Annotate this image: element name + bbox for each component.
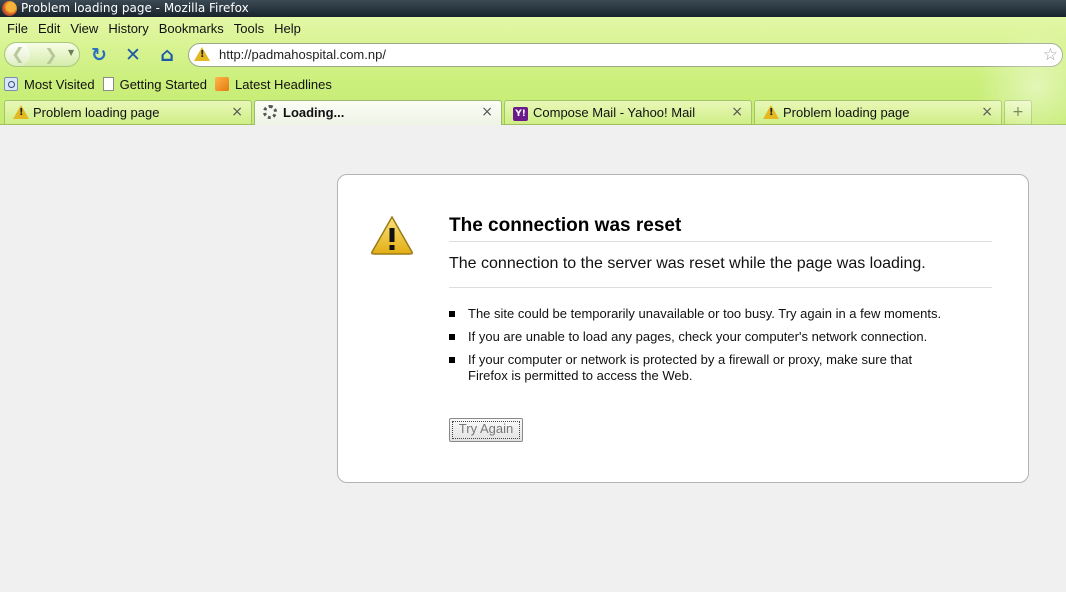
close-icon[interactable]: × [231, 104, 243, 120]
back-button[interactable]: ❮ [6, 43, 30, 66]
warning-icon [763, 105, 779, 122]
close-icon[interactable]: × [981, 104, 993, 120]
tab-label: Problem loading page [783, 105, 910, 120]
bookmark-label: Latest Headlines [235, 76, 332, 92]
menu-history[interactable]: History [104, 21, 152, 36]
browser-chrome: File Edit View History Bookmarks Tools H… [0, 17, 1066, 147]
menu-bookmarks[interactable]: Bookmarks [155, 21, 228, 36]
try-again-button[interactable]: Try Again [449, 418, 523, 442]
close-icon[interactable]: × [481, 104, 493, 120]
menu-file[interactable]: File [3, 21, 32, 36]
reload-icon[interactable]: ↻ [88, 44, 110, 66]
list-item: If you are unable to load any pages, che… [449, 329, 949, 345]
spinner-icon [263, 105, 277, 122]
url-text[interactable]: http://padmahospital.com.np/ [219, 47, 386, 62]
url-bar[interactable]: http://padmahospital.com.np/ ☆ [188, 43, 1063, 67]
menu-help[interactable]: Help [270, 21, 305, 36]
error-title: The connection was reset [449, 215, 992, 242]
error-suggestions: The site could be temporarily unavailabl… [449, 306, 949, 391]
bookmark-most-visited[interactable]: Most Visited [4, 77, 95, 92]
list-item: The site could be temporarily unavailabl… [449, 306, 949, 322]
tab-problem-loading-2[interactable]: Problem loading page × [754, 100, 1002, 124]
navigation-toolbar: ❮ ❯ ▼ ↻ ✕ ⌂ http://padmahospital.com.np/… [0, 39, 1066, 69]
menu-edit[interactable]: Edit [34, 21, 64, 36]
tab-label: Problem loading page [33, 105, 160, 120]
forward-button[interactable]: ❯ [40, 44, 62, 65]
bookmark-star-icon[interactable]: ☆ [1043, 45, 1058, 65]
back-forward-group: ❮ ❯ ▼ [4, 42, 80, 67]
stop-icon[interactable]: ✕ [122, 44, 144, 66]
page-icon [102, 77, 114, 91]
home-icon[interactable]: ⌂ [156, 44, 178, 66]
rss-feed-icon [215, 77, 230, 91]
bookmark-latest-headlines[interactable]: Latest Headlines [215, 77, 332, 92]
bookmark-label: Most Visited [24, 76, 95, 92]
most-visited-icon [4, 77, 18, 91]
tab-strip: Problem loading page × Loading... × Y! C… [0, 99, 1066, 125]
bookmarks-toolbar: Most Visited Getting Started Latest Head… [0, 73, 340, 95]
window-title: Problem loading page - Mozilla Firefox [21, 1, 249, 15]
error-description: The connection to the server was reset w… [449, 255, 992, 288]
tab-label: Compose Mail - Yahoo! Mail [533, 105, 696, 120]
error-panel: The connection was reset The connection … [337, 174, 1029, 483]
tab-loading[interactable]: Loading... × [254, 100, 502, 125]
yahoo-icon: Y! [513, 105, 528, 121]
tab-label: Loading... [283, 105, 345, 120]
new-tab-button[interactable]: + [1004, 100, 1032, 124]
bookmark-label: Getting Started [119, 76, 208, 92]
site-warning-icon [194, 47, 210, 64]
warning-icon [371, 215, 413, 255]
title-bar: Problem loading page - Mozilla Firefox [0, 0, 1066, 17]
page-content: The connection was reset The connection … [0, 126, 1066, 592]
menu-bar: File Edit View History Bookmarks Tools H… [0, 17, 307, 39]
tab-yahoo-mail[interactable]: Y! Compose Mail - Yahoo! Mail × [504, 100, 752, 124]
history-dropdown-icon[interactable]: ▼ [68, 48, 74, 57]
bookmark-getting-started[interactable]: Getting Started [102, 76, 208, 92]
list-item: If your computer or network is protected… [449, 352, 949, 384]
menu-tools[interactable]: Tools [230, 21, 268, 36]
tab-problem-loading-1[interactable]: Problem loading page × [4, 100, 252, 124]
firefox-logo-icon [2, 1, 17, 16]
close-icon[interactable]: × [731, 104, 743, 120]
warning-icon [13, 105, 29, 122]
menu-view[interactable]: View [66, 21, 102, 36]
